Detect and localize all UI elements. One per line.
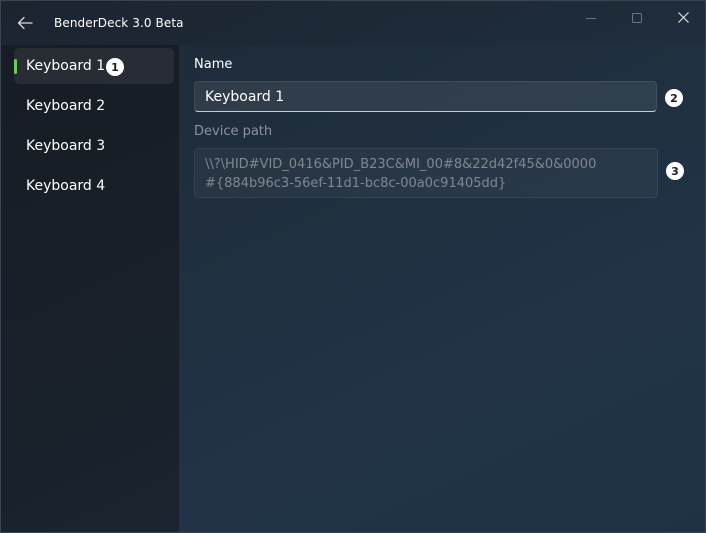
minimize-icon xyxy=(586,8,596,27)
sidebar-item-keyboard-1[interactable]: Keyboard 1 1 xyxy=(14,48,174,84)
annotation-badge-2: 2 xyxy=(665,89,683,107)
sidebar-item-label: Keyboard 2 xyxy=(26,98,106,114)
device-path-field[interactable]: \\?\HID#VID_0416&PID_B23C&MI_00#8&22d42f… xyxy=(194,148,658,198)
main-content: Name 2 Device path \\?\HID#VID_0416&PID_… xyxy=(179,45,705,532)
selection-indicator xyxy=(14,59,17,74)
sidebar-item-label: Keyboard 3 xyxy=(26,138,106,154)
minimize-button[interactable] xyxy=(568,1,614,33)
annotation-badge-3: 3 xyxy=(666,162,684,180)
device-path-label: Device path xyxy=(194,124,273,139)
title-bar: BenderDeck 3.0 Beta xyxy=(1,1,705,45)
app-window: BenderDeck 3.0 Beta Keyboard 1 1 Keyboar… xyxy=(0,0,706,533)
name-label: Name xyxy=(194,57,233,72)
name-input[interactable] xyxy=(194,81,657,112)
close-button[interactable] xyxy=(660,1,705,33)
annotation-badge-1: 1 xyxy=(106,58,124,76)
sidebar-item-keyboard-2[interactable]: Keyboard 2 xyxy=(14,88,174,124)
sidebar-item-label: Keyboard 4 xyxy=(26,178,106,194)
sidebar: Keyboard 1 1 Keyboard 2 Keyboard 3 Keybo… xyxy=(1,45,179,532)
back-button[interactable] xyxy=(9,9,41,39)
sidebar-item-keyboard-4[interactable]: Keyboard 4 xyxy=(14,168,174,204)
sidebar-item-keyboard-3[interactable]: Keyboard 3 xyxy=(14,128,174,164)
close-icon xyxy=(677,8,689,27)
maximize-icon xyxy=(632,8,642,27)
maximize-button[interactable] xyxy=(614,1,660,33)
window-title: BenderDeck 3.0 Beta xyxy=(54,16,184,30)
arrow-left-icon xyxy=(17,15,33,34)
sidebar-item-label: Keyboard 1 xyxy=(26,58,106,74)
